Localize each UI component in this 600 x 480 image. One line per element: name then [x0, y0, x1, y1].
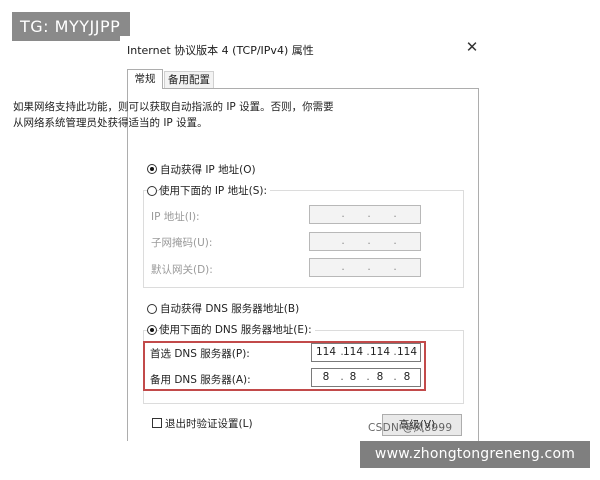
validate-on-exit-label: 退出时验证设置(L)	[165, 418, 253, 430]
subnet-mask-label: 子网掩码(U):	[151, 237, 213, 249]
ip-address-label: IP 地址(I):	[151, 211, 200, 223]
ip-manual-label: 使用下面的 IP 地址(S):	[159, 183, 270, 198]
site-watermark: www.zhongtongreneng.com	[360, 441, 590, 468]
subnet-mask-input[interactable]: ...	[309, 232, 421, 251]
dns-auto-label: 自动获得 DNS 服务器地址(B)	[160, 303, 300, 315]
tab-alternate-config[interactable]: 备用配置	[164, 71, 214, 89]
default-gateway-input[interactable]: ...	[309, 258, 421, 277]
description-text: 如果网络支持此功能，则可以获取自动指派的 IP 设置。否则，你需要从网络系统管理…	[13, 101, 334, 129]
validate-on-exit-checkbox[interactable]	[152, 418, 162, 428]
dns-manual-label: 使用下面的 DNS 服务器地址(E):	[159, 322, 315, 337]
ip-manual-radio[interactable]	[147, 186, 157, 196]
dns-manual-radio[interactable]	[147, 325, 157, 335]
dns-auto-radio[interactable]	[147, 304, 157, 314]
dns-highlight-box	[143, 341, 426, 391]
default-gateway-label: 默认网关(D):	[151, 264, 213, 276]
csdn-watermark: CSDN @风8999	[368, 422, 453, 434]
tab-general[interactable]: 常规	[127, 69, 163, 89]
ip-address-input[interactable]: ...	[309, 205, 421, 224]
ip-auto-radio[interactable]	[147, 164, 157, 174]
close-icon[interactable]: ✕	[464, 39, 480, 55]
ip-auto-label: 自动获得 IP 地址(O)	[160, 164, 256, 176]
tg-watermark: TG: MYYJJPP	[12, 12, 131, 41]
dialog-title: Internet 协议版本 4 (TCP/IPv4) 属性	[127, 44, 314, 57]
